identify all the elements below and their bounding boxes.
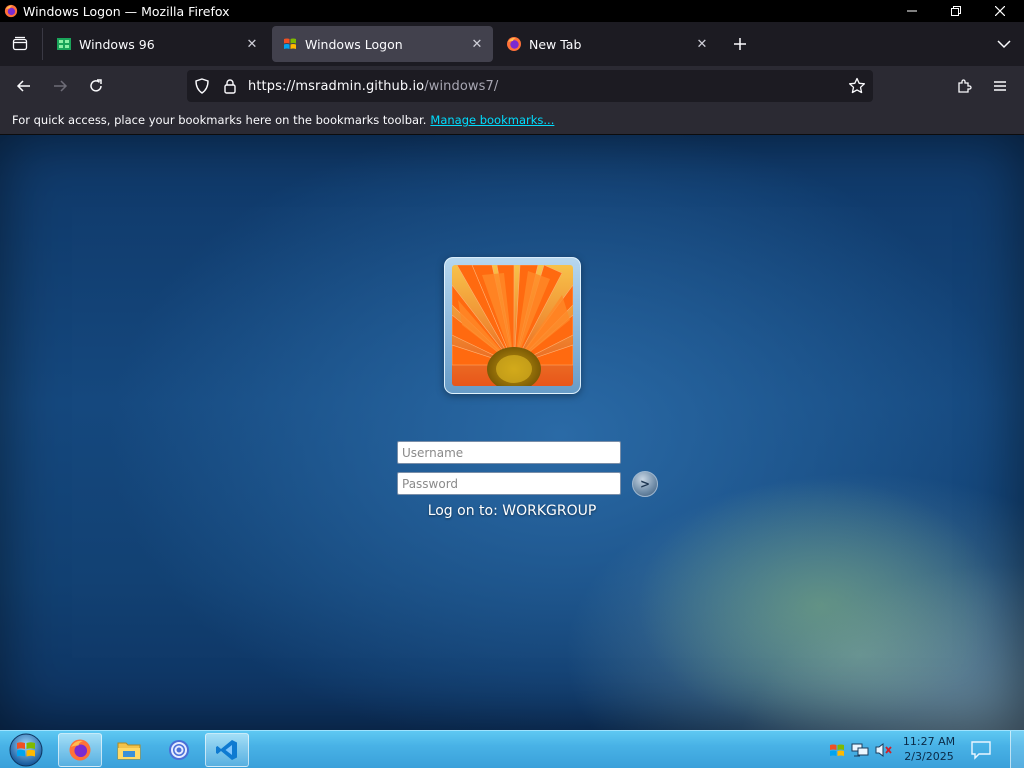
forward-icon	[54, 80, 68, 92]
minimize-icon	[907, 10, 917, 12]
close-tab-icon[interactable]: ✕	[469, 36, 485, 52]
menu-button[interactable]	[986, 72, 1014, 100]
file-explorer-icon	[117, 742, 141, 760]
avatar	[452, 265, 573, 386]
close-tab-icon[interactable]: ✕	[244, 36, 260, 52]
taskbar-file-explorer-button[interactable]	[107, 733, 151, 767]
tab-overview-icon	[12, 36, 28, 51]
back-icon	[16, 80, 30, 92]
taskbar: 11:27 AM 2/3/2025	[0, 730, 1024, 768]
vignette-overlay	[0, 135, 1024, 730]
tab-overview-button[interactable]	[6, 30, 34, 58]
plus-icon	[734, 38, 746, 50]
firefox-icon	[507, 37, 521, 51]
flag-icon	[830, 744, 844, 756]
language-flag-icon[interactable]	[828, 741, 846, 759]
taskbar-app-button[interactable]	[157, 733, 201, 767]
menu-icon	[994, 81, 1006, 91]
extensions-button[interactable]	[950, 72, 978, 100]
tab-windows-96[interactable]: Windows 96 ✕	[46, 26, 268, 62]
network-tray-icon[interactable]	[851, 741, 869, 759]
window-title: Windows Logon — Mozilla Firefox	[23, 3, 230, 19]
url-path: /windows7/	[424, 79, 499, 94]
tab-label: Windows Logon	[305, 36, 403, 52]
user-avatar-frame	[444, 257, 581, 394]
logon-domain-label: Log on to: WORKGROUP	[427, 503, 597, 519]
window-titlebar: Windows Logon — Mozilla Firefox	[0, 0, 1024, 22]
app-icon	[169, 740, 189, 760]
forward-button[interactable]	[46, 72, 74, 100]
bookmarks-toolbar: For quick access, place your bookmarks h…	[0, 106, 1024, 135]
tab-label: Windows 96	[79, 36, 155, 52]
logon-arrow-button[interactable]: >	[632, 471, 658, 497]
close-window-button[interactable]	[978, 0, 1022, 22]
windows-logon-favicon	[284, 38, 296, 49]
restore-button[interactable]	[934, 0, 978, 22]
show-desktop-button[interactable]	[1010, 731, 1024, 768]
new-tab-button[interactable]	[728, 32, 752, 56]
url-text[interactable]: https://msradmin.github.io/windows7/	[248, 79, 498, 94]
tab-strip: Windows 96 ✕ Windows Logon ✕ New Tab ✕	[0, 22, 1024, 66]
clock-date: 2/3/2025	[904, 750, 954, 763]
password-field[interactable]	[397, 472, 621, 495]
reload-button[interactable]	[82, 72, 110, 100]
firefox-icon	[4, 4, 18, 18]
url-bar[interactable]: https://msradmin.github.io/windows7/	[187, 70, 873, 102]
close-icon	[995, 6, 1005, 16]
shield-icon[interactable]	[194, 78, 210, 94]
arrow-right-icon: >	[639, 477, 651, 491]
tab-new-tab[interactable]: New Tab ✕	[496, 26, 718, 62]
network-icon	[851, 743, 869, 757]
chevron-down-icon	[997, 40, 1011, 49]
minimize-button[interactable]	[890, 0, 934, 22]
volume-tray-icon[interactable]	[875, 741, 893, 759]
taskbar-clock[interactable]: 11:27 AM 2/3/2025	[900, 734, 958, 764]
list-all-tabs-button[interactable]	[992, 32, 1016, 56]
logon-screen: > Log on to: WORKGROUP	[0, 135, 1024, 730]
start-orb-icon	[9, 733, 43, 767]
restore-icon	[951, 6, 961, 16]
reload-icon	[90, 79, 102, 92]
bookmarks-message: For quick access, place your bookmarks h…	[12, 113, 427, 127]
volume-muted-icon	[875, 743, 892, 757]
manage-bookmarks-link[interactable]: Manage bookmarks...	[430, 113, 554, 127]
taskbar-firefox-button[interactable]	[58, 733, 102, 767]
close-tab-icon[interactable]: ✕	[694, 36, 710, 52]
action-center-icon	[971, 741, 991, 760]
star-icon[interactable]	[848, 77, 866, 95]
back-button[interactable]	[10, 72, 38, 100]
taskbar-vscode-button[interactable]	[205, 733, 249, 767]
clock-time: 11:27 AM	[902, 735, 956, 748]
tab-label: New Tab	[529, 36, 582, 52]
navigation-toolbar: https://msradmin.github.io/windows7/	[0, 66, 1024, 106]
tab-separator	[42, 28, 43, 60]
action-center-button[interactable]	[970, 740, 992, 760]
firefox-icon	[69, 739, 91, 761]
username-field[interactable]	[397, 441, 621, 464]
windows96-icon	[57, 38, 71, 50]
start-button[interactable]	[4, 732, 48, 768]
extensions-icon	[958, 79, 972, 93]
vscode-icon	[216, 740, 237, 760]
url-host: https://msradmin.github.io	[248, 79, 425, 94]
tab-windows-logon[interactable]: Windows Logon ✕	[272, 26, 493, 62]
lock-icon[interactable]	[222, 78, 238, 94]
